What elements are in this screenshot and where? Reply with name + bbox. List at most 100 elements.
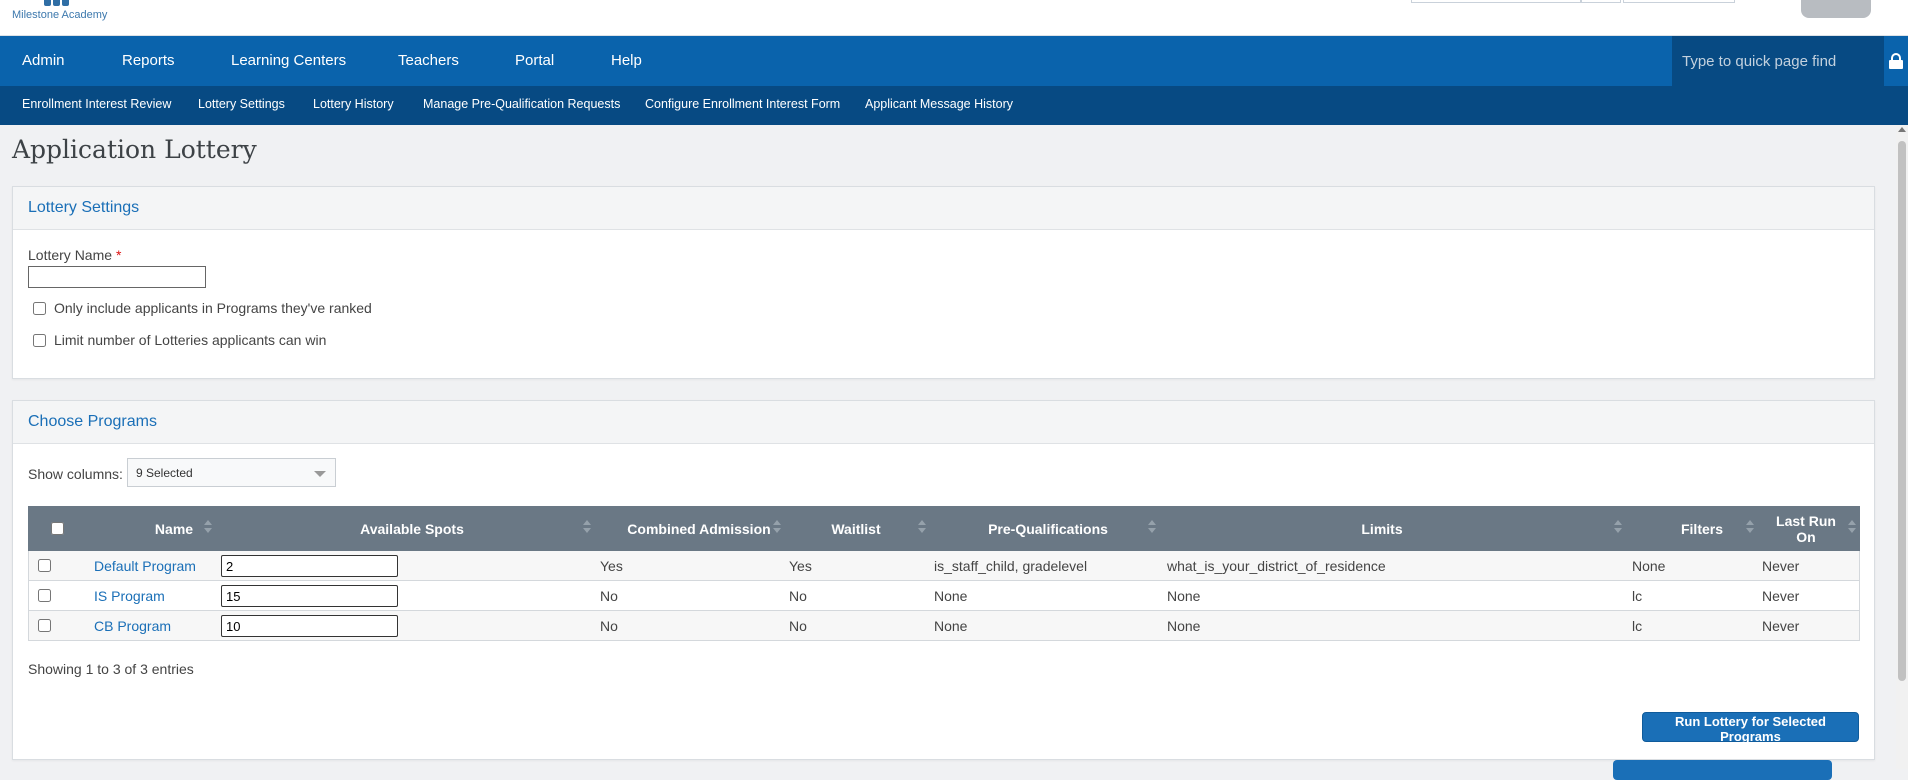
header-limits-label: Limits [1361,520,1403,537]
program-name-link[interactable]: Default Program [94,558,196,574]
header-name-label: Name [154,520,194,537]
nav-reports[interactable]: Reports [122,52,175,69]
main-nav: Admin Reports Learning Centers Teachers … [0,36,1908,86]
header-waitlist-label: Waitlist [831,520,881,537]
panel-title: Choose Programs [28,413,157,430]
nav-learning-centers[interactable]: Learning Centers [231,52,346,69]
select-all-checkbox[interactable] [50,522,64,535]
limits-value: None [1167,588,1201,604]
header-available-spots-label: Available Spots [360,520,464,537]
top-search-field[interactable] [1411,0,1581,3]
subnav-enrollment-interest-review[interactable]: Enrollment Interest Review [22,97,171,111]
sort-icon[interactable] [918,520,926,536]
logo-text: Milestone Academy [12,9,108,21]
show-columns-label: Show columns: [28,466,123,482]
subnav-lottery-history[interactable]: Lottery History [313,97,394,111]
required-mark: * [115,247,122,263]
sort-icon[interactable] [204,520,212,536]
programs-table-header: Name Available Spots Combined Admission … [28,506,1860,551]
table-info: Showing 1 to 3 of 3 entries [28,661,194,677]
row-select-checkbox[interactable] [38,589,51,602]
subnav-message-history[interactable]: Applicant Message History [865,97,1013,111]
user-avatar[interactable] [1801,0,1871,18]
limit-lotteries-label: Limit number of Lotteries applicants can… [54,332,327,348]
header-last-run[interactable]: Last Run On [1761,506,1851,551]
available-spots-input[interactable] [221,615,398,637]
subnav-manage-prequalification[interactable]: Manage Pre-Qualification Requests [423,97,620,111]
pre-qualifications-value: None [934,618,968,634]
school-logo[interactable]: Milestone Academy [12,0,112,24]
program-name-link[interactable]: IS Program [94,588,165,604]
lottery-name-label: Lottery Name * [28,247,121,263]
waitlist-value: No [789,618,807,634]
ranked-programs-label: Only include applicants in Programs they… [54,300,372,316]
waitlist-value: Yes [789,558,812,574]
page-title: Application Lottery [12,135,257,164]
quick-find-input[interactable] [1672,36,1884,86]
last-run-value: Never [1762,618,1800,634]
limits-value: None [1167,618,1201,634]
header-pre-qualifications[interactable]: Pre-Qualifications [933,506,1163,551]
sort-icon[interactable] [1848,520,1856,536]
page-scrollbar[interactable] [1896,125,1908,769]
lock-icon[interactable] [1889,53,1903,69]
header-limits[interactable]: Limits [1165,506,1599,551]
logo-mark-icon [44,0,70,6]
lottery-name-input[interactable] [28,266,206,288]
combined-admission-value: Yes [600,558,623,574]
waitlist-value: No [789,588,807,604]
header-waitlist[interactable]: Waitlist [794,506,918,551]
program-name-link[interactable]: CB Program [94,618,171,634]
nav-admin[interactable]: Admin [22,52,65,69]
sub-nav: Enrollment Interest Review Lottery Setti… [0,86,1908,125]
panel-title: Lottery Settings [28,199,140,216]
ranked-programs-checkbox[interactable] [33,302,46,315]
header-pre-qualifications-label: Pre-Qualifications [988,520,1108,537]
show-columns-value: 9 Selected [136,466,193,480]
subnav-lottery-settings[interactable]: Lottery Settings [198,97,285,111]
pre-qualifications-value: None [934,588,968,604]
nav-portal[interactable]: Portal [515,52,554,69]
header-combined-admission[interactable]: Combined Admission [604,506,794,551]
available-spots-input[interactable] [221,555,398,577]
filters-value: lc [1632,618,1643,634]
lottery-settings-panel: Lottery Settings Lottery Name * Only inc… [12,186,1875,379]
filters-value: None [1632,558,1666,574]
table-row: Default Program Yes Yes is_staff_child, … [28,551,1860,581]
sort-icon[interactable] [1746,520,1754,536]
available-spots-input[interactable] [221,585,398,607]
last-run-value: Never [1762,558,1800,574]
nav-help[interactable]: Help [611,52,642,69]
sort-icon[interactable] [1614,520,1622,536]
combined-admission-value: No [600,618,618,634]
table-row: IS Program No No None None lc Never [28,581,1860,611]
sort-icon[interactable] [583,520,591,536]
sort-icon[interactable] [1148,520,1156,536]
scroll-up-arrow-icon[interactable] [1898,127,1906,132]
row-select-checkbox[interactable] [38,619,51,632]
header-combined-admission-label: Combined Admission [627,520,771,537]
header-filters-label: Filters [1680,520,1723,537]
last-run-value: Never [1762,588,1800,604]
nav-teachers[interactable]: Teachers [398,52,459,69]
run-lottery-button[interactable]: Run Lottery for Selected Programs [1642,712,1859,744]
lottery-name-label-text: Lottery Name [28,247,113,263]
panel-header: Lottery Settings [13,187,1874,230]
secondary-action-button[interactable] [1613,760,1832,780]
subnav-configure-form[interactable]: Configure Enrollment Interest Form [645,97,840,111]
top-search-button[interactable] [1581,0,1621,3]
filters-value: lc [1632,588,1643,604]
header-last-run-label: Last Run On [1776,512,1836,545]
limit-lotteries-checkbox[interactable] [33,334,46,347]
top-selector-field[interactable] [1623,0,1735,3]
row-select-checkbox[interactable] [38,559,51,572]
table-row: CB Program No No None None lc Never [28,611,1860,641]
header-available-spots[interactable]: Available Spots [220,506,604,551]
scroll-thumb[interactable] [1898,141,1906,681]
pre-qualifications-value: is_staff_child, gradelevel [934,558,1088,574]
panel-header: Choose Programs [13,401,1874,444]
top-header: Milestone Academy [0,0,1908,36]
sort-icon[interactable] [773,520,781,536]
header-select-all [28,506,86,551]
show-columns-select[interactable]: 9 Selected [127,458,336,487]
